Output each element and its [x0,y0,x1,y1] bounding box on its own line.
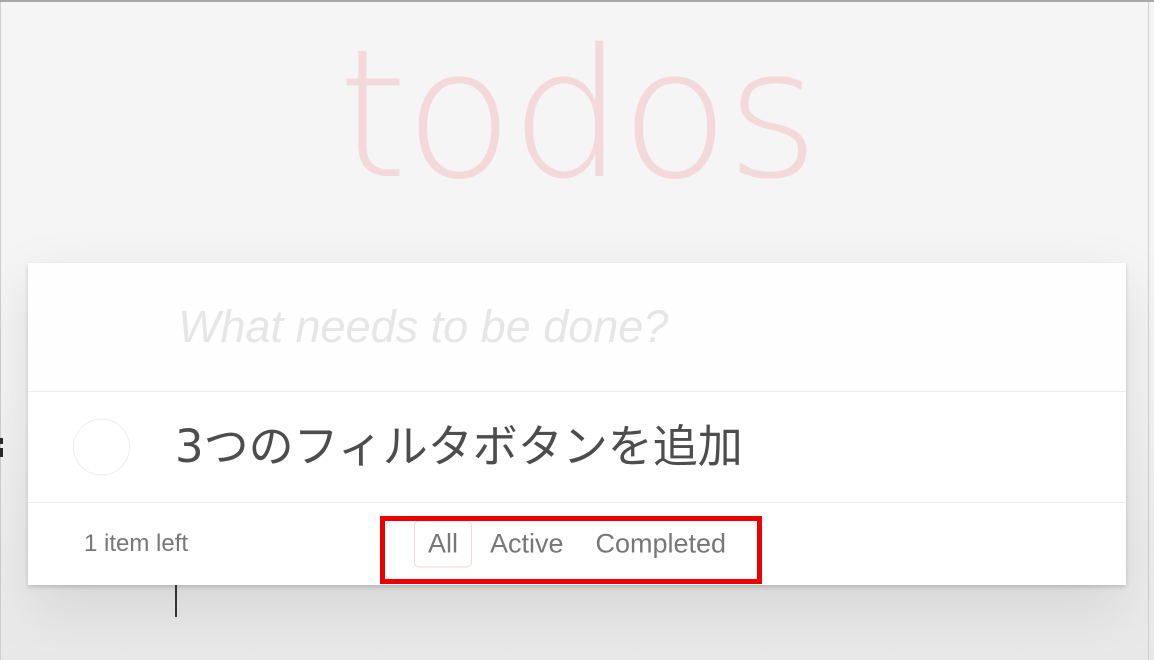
todo-footer: 1 item left All Active Completed [28,503,1126,585]
todo-card: 3つのフィルタボタンを追加 1 item left All Active Com… [28,263,1126,617]
todo-app: todos 3つのフィルタボタンを追加 1 item left All [0,2,1154,617]
todo-list-item[interactable]: 3つのフィルタボタンを追加 [28,392,1126,503]
browser-viewport: todos 3つのフィルタボタンを追加 1 item left All [0,0,1154,660]
filter-link-active[interactable]: Active [476,521,578,568]
clipped-left-edge-fragment [0,438,3,457]
filter-link-all[interactable]: All [413,520,472,568]
filter-list: All Active Completed [28,520,1126,568]
filter-item-active[interactable]: Active [474,521,580,568]
filter-item-completed[interactable]: Completed [579,521,742,568]
filter-link-completed[interactable]: Completed [581,521,740,568]
new-todo-input[interactable] [28,263,1126,391]
page-title: todos [337,11,819,218]
filter-item-all[interactable]: All [412,520,474,568]
todo-list: 3つのフィルタボタンを追加 [28,392,1126,503]
new-todo-row [28,263,1126,392]
todo-item-label: 3つのフィルタボタンを追加 [175,421,743,473]
todo-toggle-checkbox-icon[interactable] [73,418,130,476]
